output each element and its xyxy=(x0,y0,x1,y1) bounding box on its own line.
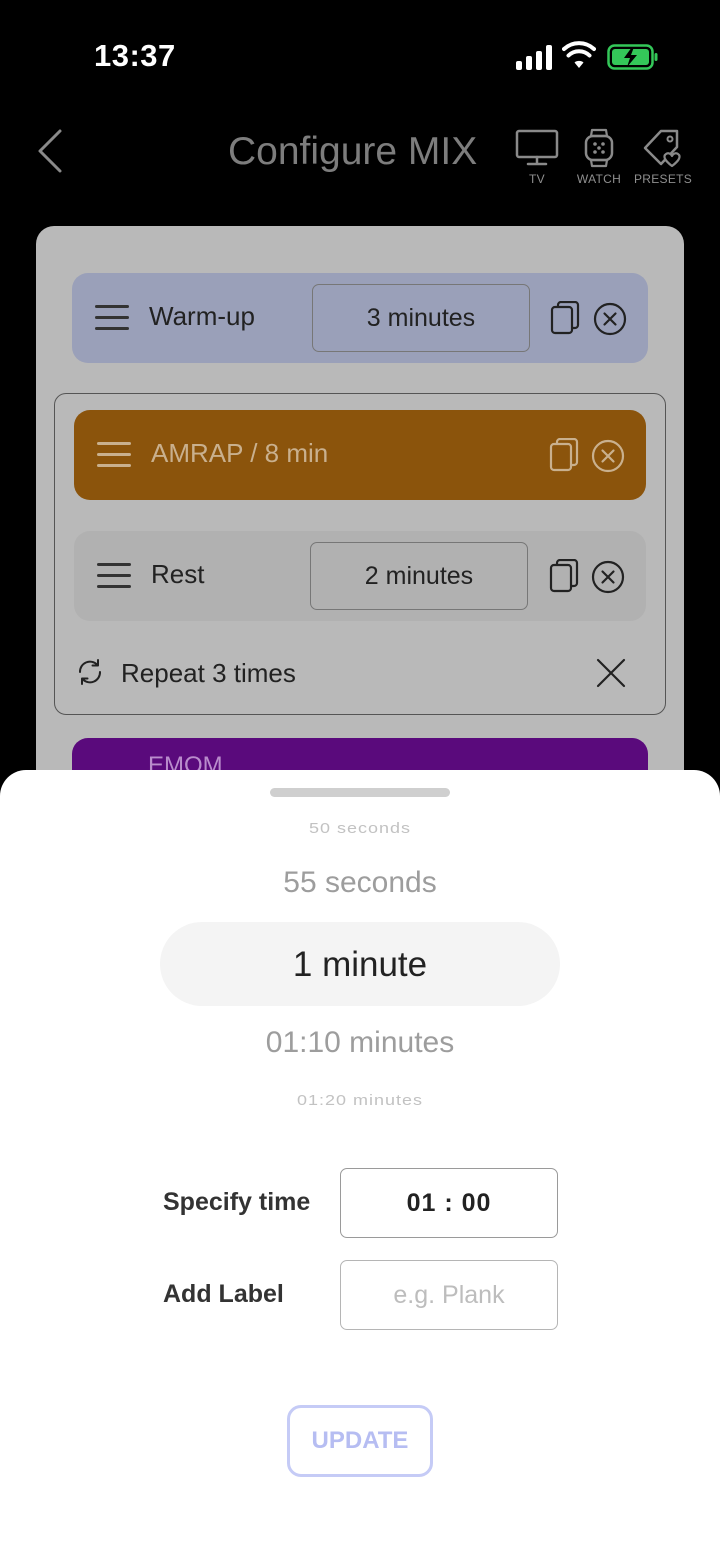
amrap-row[interactable]: AMRAP / 8 min xyxy=(74,410,646,500)
presets-button[interactable]: PRESETS xyxy=(631,128,695,200)
repeat-row[interactable]: Repeat 3 times xyxy=(74,646,646,696)
tv-label: TV xyxy=(529,172,545,186)
picker-item[interactable]: 50 seconds xyxy=(0,820,720,837)
back-chevron-icon[interactable] xyxy=(30,128,70,174)
add-label-input[interactable] xyxy=(340,1260,558,1330)
time-picker-sheet: 50 seconds 55 seconds 1 minute 01:10 min… xyxy=(0,770,720,1566)
workout-config-card: Warm-up 3 minutes AMRAP / 8 min Rest 2 m… xyxy=(36,226,684,826)
rest-label: Rest xyxy=(151,559,205,589)
repeat-icon xyxy=(78,659,102,685)
duplicate-icon[interactable] xyxy=(549,559,579,593)
specify-time-field[interactable]: 01 : 00 xyxy=(340,1168,558,1238)
drag-handle-icon[interactable] xyxy=(95,305,129,331)
remove-circle-icon[interactable] xyxy=(593,302,627,336)
sheet-grabber[interactable] xyxy=(270,788,450,797)
warmup-row[interactable]: Warm-up 3 minutes xyxy=(72,273,648,363)
watch-icon xyxy=(584,128,614,168)
status-bar: 13:37 xyxy=(0,0,720,110)
presets-tag-icon xyxy=(643,129,681,168)
battery-charging-icon xyxy=(607,44,658,70)
rest-row[interactable]: Rest 2 minutes xyxy=(74,531,646,621)
wifi-icon xyxy=(562,41,596,68)
status-time: 13:37 xyxy=(94,38,176,73)
warmup-duration-field[interactable]: 3 minutes xyxy=(312,284,530,352)
picker-item[interactable]: 01:10 minutes xyxy=(0,1026,720,1060)
repeat-label: Repeat 3 times xyxy=(121,658,296,688)
page-title: Configure MIX xyxy=(228,130,478,173)
update-button[interactable]: UPDATE xyxy=(287,1405,433,1477)
picker-item[interactable]: 01:20 minutes xyxy=(0,1092,720,1109)
picker-item-selected[interactable]: 1 minute xyxy=(0,945,720,985)
drag-handle-icon[interactable] xyxy=(97,563,131,589)
drag-handle-icon[interactable] xyxy=(97,442,131,468)
duration-picker-wheel[interactable]: 50 seconds 55 seconds 1 minute 01:10 min… xyxy=(0,810,720,1130)
duplicate-icon[interactable] xyxy=(549,438,579,472)
remove-circle-icon[interactable] xyxy=(591,439,625,473)
rest-duration-field[interactable]: 2 minutes xyxy=(310,542,528,610)
add-label-label: Add Label xyxy=(163,1280,284,1308)
close-icon[interactable] xyxy=(596,658,626,688)
warmup-label: Warm-up xyxy=(149,301,255,331)
top-navigation-bar: Configure MIX TV WATCH PRESETS xyxy=(0,110,720,210)
tv-button[interactable]: TV xyxy=(505,128,569,200)
round-group: AMRAP / 8 min Rest 2 minutes Repeat 3 ti… xyxy=(54,393,666,715)
specify-time-label: Specify time xyxy=(163,1188,311,1216)
tv-icon xyxy=(515,129,559,166)
presets-label: PRESETS xyxy=(633,172,693,186)
amrap-label: AMRAP / 8 min xyxy=(151,438,329,468)
duplicate-icon[interactable] xyxy=(550,301,580,335)
watch-label: WATCH xyxy=(576,172,622,186)
remove-circle-icon[interactable] xyxy=(591,560,625,594)
picker-item[interactable]: 55 seconds xyxy=(0,866,720,900)
watch-button[interactable]: WATCH xyxy=(567,128,631,200)
cellular-signal-icon xyxy=(516,44,552,70)
